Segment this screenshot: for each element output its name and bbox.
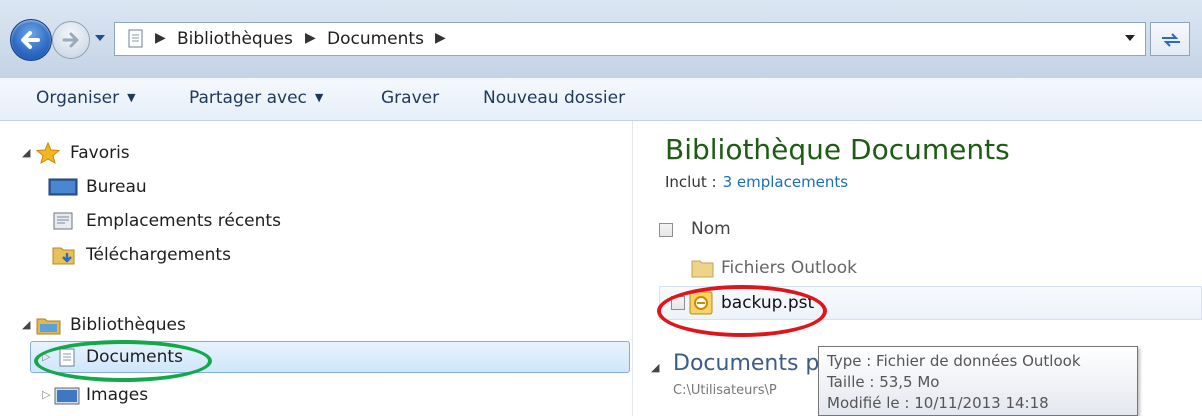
tree-label: Bibliothèques bbox=[70, 315, 186, 335]
select-all-checkbox[interactable] bbox=[659, 223, 673, 237]
expanded-arrow-icon[interactable]: ◢ bbox=[22, 310, 30, 340]
tree-item-downloads[interactable]: Téléchargements bbox=[48, 240, 388, 270]
group-path: C:\Utilisateurs\P bbox=[673, 383, 777, 398]
refresh-icon bbox=[1162, 33, 1180, 47]
group-header-public-documents[interactable]: Documents pu bbox=[673, 351, 833, 376]
includes-label: Inclut : bbox=[665, 173, 717, 191]
row-checkbox[interactable] bbox=[671, 296, 685, 310]
tree-label: Documents bbox=[86, 347, 183, 367]
breadcrumb-separator[interactable]: ▶ bbox=[435, 30, 446, 46]
tree-label: Bureau bbox=[86, 177, 147, 197]
command-bar: Organiser ▼ Partager avec ▼ Graver Nouveau… bbox=[0, 78, 1202, 121]
burn-label: Graver bbox=[381, 88, 440, 108]
back-arrow-icon bbox=[21, 31, 40, 49]
collapsed-arrow-icon[interactable]: ▷ bbox=[42, 342, 50, 372]
new-folder-label: Nouveau dossier bbox=[483, 88, 626, 108]
tree-label: Téléchargements bbox=[86, 245, 231, 265]
chevron-down-icon: ▼ bbox=[127, 91, 136, 104]
tooltip-type: Type : Fichier de données Outlook bbox=[827, 352, 1081, 370]
locations-link[interactable]: 3 emplacements bbox=[723, 173, 849, 191]
desktop-icon bbox=[48, 178, 78, 196]
share-label: Partager avec bbox=[189, 88, 307, 108]
address-field[interactable]: ▶ Bibliothèques ▶ Documents ▶ bbox=[114, 22, 1146, 56]
images-icon bbox=[54, 387, 80, 405]
tree-label: Favoris bbox=[70, 143, 130, 163]
address-dropdown-icon[interactable] bbox=[1123, 31, 1137, 45]
library-title: Bibliothèque Documents bbox=[665, 133, 1010, 166]
tree-label: Emplacements récents bbox=[86, 211, 281, 231]
tree-label: Images bbox=[86, 385, 149, 405]
list-item-outlook-folder[interactable]: Fichiers Outlook bbox=[691, 253, 1171, 283]
organize-menu-button[interactable]: Organiser ▼ bbox=[36, 78, 136, 120]
documents-icon bbox=[128, 29, 143, 48]
new-folder-button[interactable]: Nouveau dossier bbox=[483, 78, 625, 120]
share-menu-button[interactable]: Partager avec ▼ bbox=[189, 78, 323, 120]
tree-item-desktop[interactable]: Bureau bbox=[48, 172, 348, 202]
tree-item-libraries[interactable]: ◢ Bibliothèques bbox=[22, 310, 322, 340]
breadcrumb-separator[interactable]: ▶ bbox=[305, 30, 316, 46]
outlook-pst-icon bbox=[689, 291, 713, 315]
recent-pages-dropdown[interactable] bbox=[92, 27, 108, 49]
forward-arrow-icon bbox=[62, 32, 79, 48]
folder-icon bbox=[691, 260, 714, 278]
recent-places-icon bbox=[53, 212, 73, 230]
address-bar-region: ▶ Bibliothèques ▶ Documents ▶ bbox=[0, 0, 1202, 78]
collapsed-arrow-icon[interactable]: ▷ bbox=[42, 380, 50, 410]
file-name: Fichiers Outlook bbox=[721, 258, 858, 278]
burn-button[interactable]: Graver bbox=[381, 78, 439, 120]
group-expanded-arrow-icon[interactable]: ◢ bbox=[651, 361, 659, 374]
documents-icon bbox=[59, 348, 75, 367]
chevron-down-icon: ▼ bbox=[314, 91, 324, 104]
list-item-backup-pst[interactable]: backup.pst bbox=[671, 288, 1171, 318]
refresh-button[interactable] bbox=[1150, 22, 1190, 56]
tree-item-favorites[interactable]: ◢ Favoris bbox=[22, 138, 322, 168]
expanded-arrow-icon[interactable]: ◢ bbox=[22, 138, 30, 168]
breadcrumb-documents[interactable]: Documents bbox=[327, 29, 424, 49]
tree-item-recent-places[interactable]: Emplacements récents bbox=[48, 206, 388, 236]
downloads-folder-icon bbox=[52, 247, 75, 265]
tree-item-documents[interactable]: ▷ Documents bbox=[42, 342, 342, 372]
tree-item-images[interactable]: ▷ Images bbox=[42, 380, 342, 410]
file-info-tooltip: Type : Fichier de données Outlook Taille… bbox=[818, 346, 1138, 416]
column-header-name[interactable]: Nom bbox=[691, 219, 731, 239]
file-name: backup.pst bbox=[721, 293, 815, 313]
tooltip-size: Taille : 53,5 Mo bbox=[827, 373, 940, 391]
breadcrumb-libraries[interactable]: Bibliothèques bbox=[177, 29, 293, 49]
library-includes: Inclut : 3 emplacements bbox=[665, 173, 848, 191]
forward-button[interactable] bbox=[52, 21, 90, 59]
library-icon bbox=[36, 318, 61, 335]
tooltip-modified: Modifié le : 10/11/2013 14:18 bbox=[827, 394, 1049, 412]
back-button[interactable] bbox=[10, 19, 52, 61]
breadcrumb-separator[interactable]: ▶ bbox=[155, 30, 166, 46]
organize-label: Organiser bbox=[36, 88, 120, 108]
star-icon bbox=[36, 142, 60, 164]
